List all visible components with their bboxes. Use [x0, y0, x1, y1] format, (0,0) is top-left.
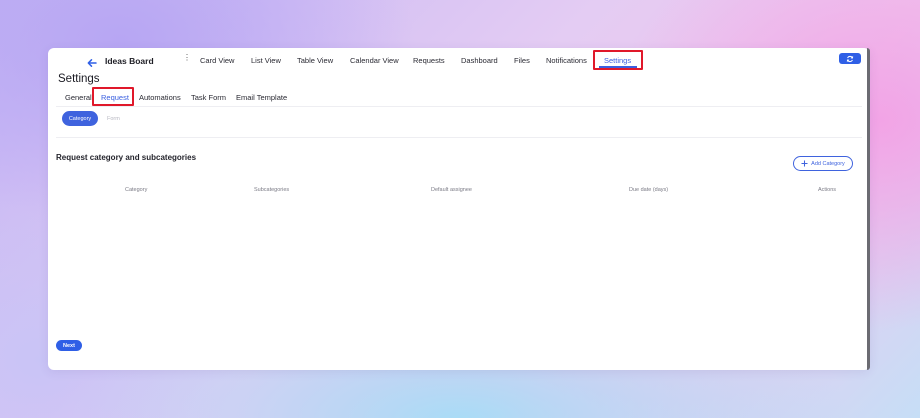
- subtab-divider: [56, 106, 862, 107]
- column-header-default-assignee: Default assignee: [431, 187, 472, 193]
- refresh-button[interactable]: [839, 53, 861, 64]
- tab-dashboard[interactable]: Dashboard: [461, 56, 498, 65]
- top-navigation: Ideas Board ⋮ Card View List View Table …: [48, 48, 870, 74]
- tab-notifications[interactable]: Notifications: [546, 56, 587, 65]
- refresh-icon: [846, 55, 854, 62]
- next-button[interactable]: Next: [56, 340, 82, 351]
- tab-requests[interactable]: Requests: [413, 56, 445, 65]
- subtab-task-form[interactable]: Task Form: [191, 93, 226, 102]
- column-header-due-date: Due date (days): [629, 187, 669, 193]
- app-window: Ideas Board ⋮ Card View List View Table …: [48, 48, 870, 370]
- kebab-icon[interactable]: ⋮: [183, 54, 191, 62]
- add-category-label: Add Category: [811, 160, 845, 167]
- request-highlight-box: [92, 87, 134, 106]
- tab-table-view[interactable]: Table View: [297, 56, 333, 65]
- section-divider: [56, 137, 862, 138]
- tab-files[interactable]: Files: [514, 56, 530, 65]
- board-title: Ideas Board: [105, 56, 154, 66]
- column-header-category: Category: [125, 187, 148, 193]
- plus-icon: [801, 160, 808, 167]
- category-pill[interactable]: Category: [62, 111, 98, 126]
- section-title: Request category and subcategories: [56, 153, 197, 162]
- tab-card-view[interactable]: Card View: [200, 56, 234, 65]
- form-pill[interactable]: Form: [107, 116, 120, 122]
- settings-highlight-box: [593, 50, 643, 70]
- add-category-button[interactable]: Add Category: [793, 156, 853, 171]
- column-header-subcategories: Subcategories: [254, 187, 290, 193]
- tab-list-view[interactable]: List View: [251, 56, 281, 65]
- tab-calendar-view[interactable]: Calendar View: [350, 56, 399, 65]
- column-header-actions: Actions: [818, 187, 837, 193]
- subtab-general[interactable]: General: [65, 93, 92, 102]
- scrollbar[interactable]: [867, 48, 870, 370]
- subtab-automations[interactable]: Automations: [139, 93, 181, 102]
- arrow-left-icon[interactable]: [86, 56, 98, 68]
- page-title: Settings: [58, 73, 100, 85]
- subtab-email-template[interactable]: Email Template: [236, 93, 287, 102]
